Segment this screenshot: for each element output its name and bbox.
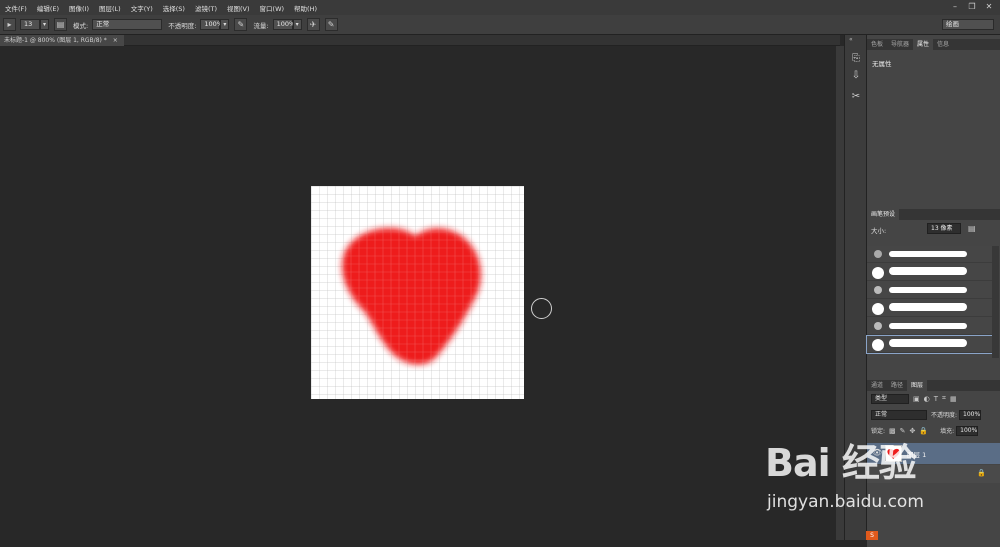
tab-channels[interactable]: 通道 — [867, 380, 887, 391]
mode-label: 模式: — [73, 21, 89, 30]
baidu-url: jingyan.baidu.com — [767, 492, 924, 512]
window-controls: – ❐ ✕ — [948, 1, 996, 12]
menu-item-9[interactable]: 帮助(H) — [289, 3, 322, 13]
menu-item-1[interactable]: 编辑(E) — [32, 3, 64, 13]
blend-mode-select[interactable]: 正常 — [871, 409, 927, 420]
tab-info[interactable]: 信息 — [933, 39, 953, 50]
collapse-arrows-icon[interactable]: « — [849, 36, 853, 43]
tab-swatches[interactable]: 色板 — [867, 39, 887, 50]
flow-input[interactable]: 100% — [272, 19, 295, 30]
tab-properties[interactable]: 属性 — [913, 39, 934, 50]
brush-presets-tab-bar: 画笔预设 — [867, 209, 1000, 220]
baidu-logo: Bai 经验 — [765, 441, 917, 485]
restore-icon[interactable]: ❐ — [965, 1, 979, 12]
options-bar: ▸ 13 ▾ ▤ 模式: 正常 不透明度: 100% ▾ ✎ 流量: 100% … — [0, 15, 1000, 35]
brush-size-label: 大小: — [871, 227, 887, 235]
document-tab[interactable]: 未标题-1 @ 800% (图层 1, RGB/8) * × — [0, 35, 124, 46]
filter-pixel-icon[interactable]: ▣ — [913, 395, 920, 403]
pressure-size-icon[interactable]: ✎ — [324, 18, 338, 31]
brush-preset-list[interactable] — [866, 246, 993, 358]
heart-shape — [311, 215, 520, 377]
pressure-opacity-icon[interactable]: ✎ — [234, 18, 248, 31]
pixel-grid — [311, 215, 520, 377]
brush-preset-item[interactable] — [867, 282, 992, 299]
brush-presets-body: 大小: 13 像素 ▤ — [866, 222, 1000, 372]
lock-icon: 🔒 — [977, 469, 986, 477]
tab-brush-presets[interactable]: 画笔预设 — [867, 209, 900, 220]
brush-preset-item[interactable] — [867, 318, 992, 335]
fill-input[interactable]: 100% — [956, 425, 979, 436]
mode-select[interactable]: 正常 — [92, 19, 163, 30]
layers-tab-bar: 通道 路径 图层 — [867, 380, 1000, 391]
brush-size-input[interactable]: 13 像素 — [927, 223, 961, 234]
properties-tab-bar: 色板 导航器 属性 信息 — [867, 39, 1000, 50]
brush-panel-icon[interactable]: ▤ — [968, 224, 976, 233]
brush-cursor — [531, 298, 552, 319]
opacity-input[interactable]: 100% — [200, 19, 223, 30]
document-tab-bar: 未标题-1 @ 800% (图层 1, RGB/8) * × — [0, 35, 840, 46]
brush-preset-item[interactable] — [867, 264, 992, 281]
menu-item-6[interactable]: 滤镜(T) — [190, 3, 222, 13]
brush-preset-item[interactable] — [867, 300, 992, 317]
brush-picker-arrow[interactable]: ▾ — [40, 19, 49, 30]
brush-panel-toggle-icon[interactable]: ▤ — [54, 18, 67, 31]
flow-arrow[interactable]: ▾ — [292, 19, 302, 30]
baidu-watermark: Bai 经验 jingyan.baidu.com — [765, 432, 945, 520]
tab-layers[interactable]: 图层 — [907, 380, 928, 391]
brush-preset-item-selected[interactable] — [866, 335, 993, 354]
minimize-icon[interactable]: – — [948, 1, 962, 12]
menu-item-0[interactable]: 文件(F) — [0, 3, 32, 13]
ime-taskbar-icon[interactable]: S — [866, 531, 878, 540]
filter-shape-icon[interactable]: ⌗ — [942, 394, 946, 403]
brush-tool-icon[interactable]: ▸ — [3, 18, 16, 31]
actions-icon[interactable]: ⇩ — [849, 69, 863, 83]
filter-type-icon[interactable]: T — [934, 395, 938, 403]
opacity-arrow[interactable]: ▾ — [220, 19, 230, 30]
menu-item-7[interactable]: 视图(V) — [222, 3, 255, 13]
menu-item-8[interactable]: 窗口(W) — [255, 3, 290, 13]
close-tab-icon[interactable]: × — [113, 37, 118, 44]
close-icon[interactable]: ✕ — [982, 1, 996, 12]
filter-smart-icon[interactable]: ▦ — [950, 395, 957, 403]
menu-item-5[interactable]: 选择(S) — [158, 3, 190, 13]
tab-paths[interactable]: 路径 — [887, 380, 907, 391]
brush-preset-item[interactable] — [867, 246, 992, 263]
airbrush-icon[interactable]: ✈ — [306, 18, 320, 31]
document-tab-title: 未标题-1 @ 800% (图层 1, RGB/8) * — [4, 37, 107, 44]
no-properties-text: 无属性 — [872, 60, 892, 68]
layer-opacity-label: 不透明度: — [931, 412, 958, 419]
brush-list-scrollbar[interactable] — [992, 246, 999, 358]
tool-presets-icon[interactable]: ✂ — [849, 90, 863, 104]
properties-body: 无属性 — [867, 50, 1000, 213]
opacity-label: 不透明度: — [168, 21, 197, 30]
menu-item-4[interactable]: 文字(Y) — [126, 3, 158, 13]
layer-filter-select[interactable]: 类型 — [871, 393, 909, 404]
filter-adjust-icon[interactable]: ◐ — [924, 395, 930, 403]
brush-size-picker[interactable]: 13 — [20, 19, 40, 30]
menu-item-2[interactable]: 图像(I) — [64, 3, 94, 13]
canvas-area[interactable] — [0, 46, 840, 540]
menu-item-3[interactable]: 图层(L) — [94, 3, 126, 13]
history-icon[interactable]: ⎘ — [849, 52, 863, 66]
tab-navigator[interactable]: 导航器 — [887, 39, 913, 50]
blend-row: 正常 不透明度: 100% — [867, 407, 1000, 422]
document-canvas[interactable] — [311, 186, 524, 399]
layer-opacity-input[interactable]: 100% — [959, 409, 982, 420]
menu-bar: 文件(F) 编辑(E) 图像(I) 图层(L) 文字(Y) 选择(S) 滤镜(T) 视图(V)… — [0, 0, 1000, 15]
flow-label: 流量: — [253, 21, 269, 30]
workspace-select[interactable]: 绘画 — [942, 19, 994, 30]
layer-filter-row: 类型 ▣ ◐ T ⌗ ▦ — [867, 391, 1000, 406]
